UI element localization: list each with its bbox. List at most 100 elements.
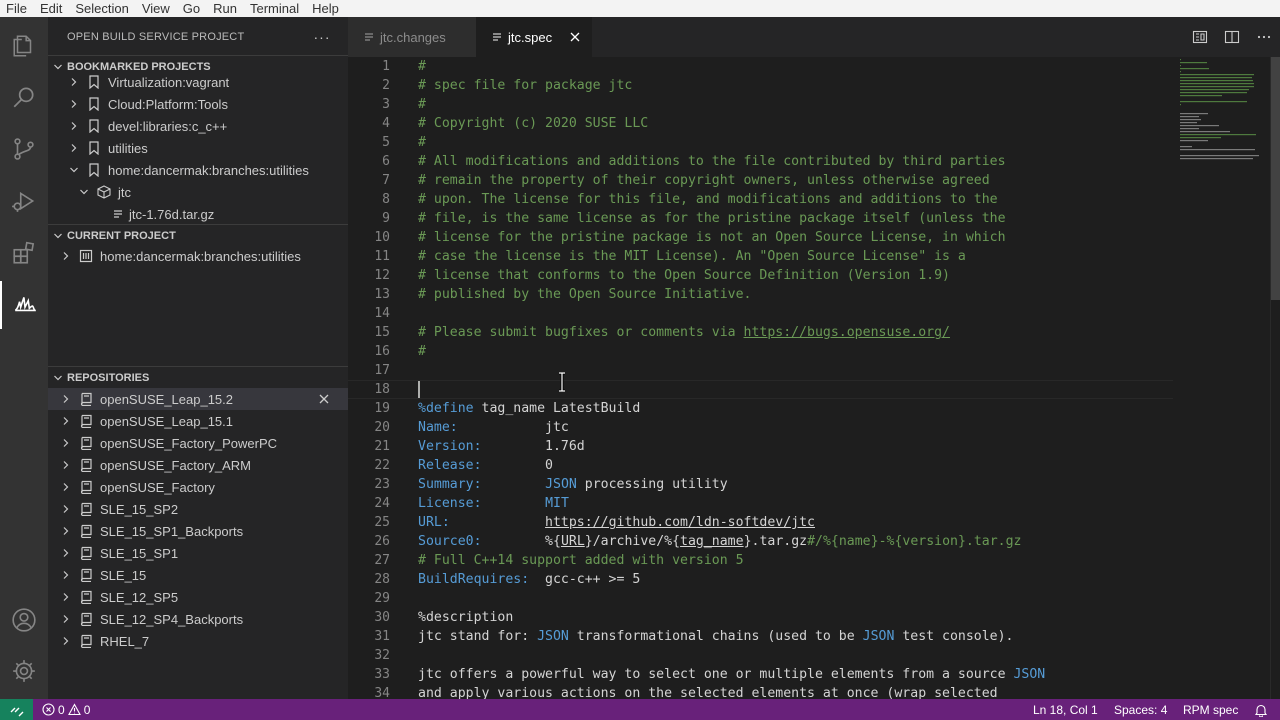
ibeam-cursor-icon — [559, 372, 565, 392]
line-number: 28 — [374, 572, 390, 587]
menu-terminal[interactable]: Terminal — [244, 0, 306, 17]
chevron-right-icon — [58, 611, 74, 627]
search-icon[interactable] — [0, 73, 48, 121]
open-build-service-icon[interactable] — [0, 281, 48, 329]
tab-label: jtc.changes — [380, 29, 446, 45]
tab-jtc-spec[interactable]: jtc.spec — [476, 17, 592, 57]
repository-item[interactable]: SLE_15_SP1_Backports — [48, 520, 348, 542]
vertical-scrollbar[interactable] — [1270, 57, 1280, 699]
repository-item[interactable]: SLE_15_SP1 — [48, 542, 348, 564]
repository-item[interactable]: openSUSE_Factory — [48, 476, 348, 498]
repo-icon — [78, 391, 94, 407]
bookmark-item[interactable]: devel:libraries:c_c++ — [48, 115, 348, 137]
repository-item[interactable]: openSUSE_Factory_PowerPC — [48, 432, 348, 454]
code-line: # Please submit bugfixes or comments via… — [418, 323, 950, 342]
repository-item[interactable]: RHEL_7 — [48, 630, 348, 652]
code-line: # — [418, 57, 426, 76]
extensions-icon[interactable] — [0, 229, 48, 277]
line-number: 23 — [374, 477, 390, 492]
repository-label: SLE_15_SP1_Backports — [100, 523, 244, 539]
code-line: Release: 0 — [418, 456, 553, 475]
menu-edit[interactable]: Edit — [34, 0, 69, 17]
menu-help[interactable]: Help — [306, 0, 346, 17]
repository-item[interactable]: SLE_15_SP2 — [48, 498, 348, 520]
indentation-setting[interactable]: Spaces: 4 — [1114, 699, 1167, 720]
minimap-line — [1180, 68, 1209, 70]
close-icon[interactable] — [316, 391, 332, 407]
current-project-header[interactable]: CURRENT PROJECT — [48, 224, 348, 246]
scrollbar-thumb[interactable] — [1271, 57, 1280, 300]
code-token: # published by the Open Source Initiativ… — [418, 287, 752, 302]
code-token: BuildRequires: — [418, 572, 530, 587]
more-actions-icon[interactable]: ··· — [314, 29, 330, 45]
bookmark-item[interactable]: jtc-1.76d.tar.gz — [48, 203, 348, 225]
bookmark-item[interactable]: jtc — [48, 181, 348, 203]
repository-label: SLE_12_SP5 — [100, 589, 179, 605]
bookmark-item[interactable]: Cloud:Platform:Tools — [48, 93, 348, 115]
line-number: 10 — [374, 230, 390, 245]
bookmark-item[interactable]: home:dancermak:branches:utilities — [48, 159, 348, 181]
minimap-line — [1180, 86, 1254, 88]
chevron-right-icon — [66, 118, 82, 134]
remote-indicator[interactable] — [0, 699, 33, 720]
bookmark-item[interactable]: utilities — [48, 137, 348, 159]
line-number: 3 — [382, 97, 390, 112]
current-project-item[interactable]: home:dancermak:branches:utilities — [48, 245, 348, 267]
files-icon[interactable] — [0, 22, 48, 70]
repository-label: openSUSE_Factory_PowerPC — [100, 435, 278, 451]
source-control-icon[interactable] — [0, 125, 48, 173]
notifications-bell-icon[interactable] — [1254, 699, 1268, 720]
account-icon[interactable] — [0, 596, 48, 644]
repositories-header[interactable]: REPOSITORIES — [48, 366, 348, 388]
code-token: JSON — [1013, 667, 1046, 682]
problems-indicator[interactable]: 0 0 — [42, 699, 90, 720]
repo-icon — [78, 567, 94, 583]
code-line: License: MIT — [418, 494, 569, 513]
code-token: MIT — [545, 496, 569, 511]
line-number: 30 — [374, 610, 390, 625]
minimap[interactable] — [1175, 57, 1270, 177]
minimap-line — [1180, 71, 1181, 73]
split-editor-icon[interactable] — [1216, 25, 1248, 49]
code-token: and apply various actions on the selecte… — [418, 686, 998, 699]
repository-item[interactable]: openSUSE_Leap_15.1 — [48, 410, 348, 432]
repository-item[interactable]: SLE_12_SP5 — [48, 586, 348, 608]
cursor-position[interactable]: Ln 18, Col 1 — [1033, 699, 1098, 720]
line-number: 34 — [374, 686, 390, 699]
language-mode[interactable]: RPM spec — [1183, 699, 1238, 720]
chevron-right-icon — [58, 479, 74, 495]
sidebar-title: OPEN BUILD SERVICE PROJECT ··· — [48, 17, 348, 57]
code-token: jtc offers a powerful way to select one … — [418, 667, 1014, 682]
menu-file[interactable]: File — [0, 0, 34, 17]
menu-run[interactable]: Run — [207, 0, 244, 17]
more-actions-icon[interactable] — [1248, 25, 1280, 49]
open-preview-icon[interactable] — [1184, 25, 1216, 49]
code-token: JSON — [862, 629, 895, 644]
code-editor[interactable]: 1 2 3 4 5 6 7 8 9 10 11 12 13 14 15 16 17 18 19 20 21 22 23 24 2… — [348, 57, 1280, 699]
menu-view[interactable]: View — [136, 0, 177, 17]
menu-go[interactable]: Go — [177, 0, 207, 17]
code-token: # Full C++14 support added with version … — [418, 553, 744, 568]
tab-jtc-changes[interactable]: jtc.changes — [348, 17, 476, 57]
line-number: 22 — [374, 458, 390, 473]
lines-file-icon — [492, 32, 502, 42]
close-icon[interactable] — [568, 30, 582, 44]
line-number: 26 — [374, 534, 390, 549]
code-token: # Copyright (c) 2020 SUSE LLC — [418, 116, 649, 131]
repository-item[interactable]: openSUSE_Factory_ARM — [48, 454, 348, 476]
bookmark-item[interactable]: Virtualization:vagrant — [48, 71, 348, 93]
repository-item[interactable]: openSUSE_Leap_15.2 — [48, 388, 348, 410]
settings-gear-icon[interactable] — [0, 647, 48, 695]
run-debug-icon[interactable] — [0, 177, 48, 225]
line-number: 20 — [374, 420, 390, 435]
bookmark-item-label: jtc-1.76d.tar.gz — [129, 206, 215, 222]
lines-file-icon — [364, 32, 374, 42]
line-number: 4 — [382, 116, 390, 131]
repository-item[interactable]: SLE_15 — [48, 564, 348, 586]
repository-item[interactable]: SLE_12_SP4_Backports — [48, 608, 348, 630]
minimap-line — [1180, 119, 1201, 121]
minimap-line — [1180, 158, 1253, 160]
menu-selection[interactable]: Selection — [69, 0, 135, 17]
